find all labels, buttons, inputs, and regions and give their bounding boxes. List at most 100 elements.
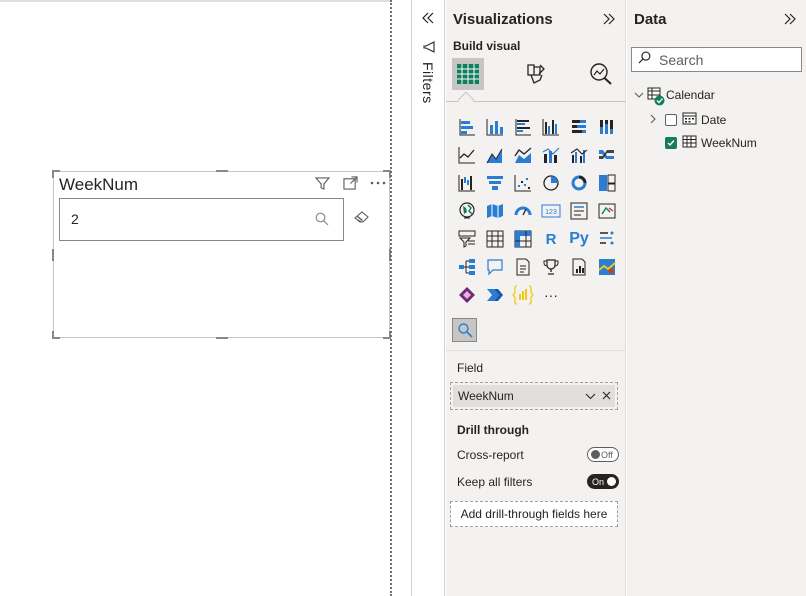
stacked-area-chart-icon[interactable] <box>509 141 537 169</box>
map-icon[interactable] <box>453 197 481 225</box>
filter-funnel-icon <box>423 40 435 58</box>
visualizations-title: Visualizations <box>453 11 553 28</box>
column-table-icon <box>682 135 697 151</box>
smart-narrative-icon[interactable] <box>509 253 537 281</box>
python-visual-icon[interactable]: Py <box>565 225 593 253</box>
more-options-icon[interactable] <box>369 175 387 191</box>
filters-label[interactable]: Filters <box>420 62 436 104</box>
drill-through-title: Drill through <box>457 423 529 437</box>
waterfall-chart-icon[interactable] <box>453 169 481 197</box>
field-checkbox-date[interactable] <box>665 113 677 126</box>
area-chart-icon[interactable] <box>481 141 509 169</box>
search-icon <box>315 212 329 231</box>
cross-report-toggle[interactable]: Off <box>587 447 619 462</box>
calendar-icon <box>682 111 697 128</box>
kpi-icon[interactable] <box>593 197 621 225</box>
chevron-right-icon[interactable] <box>650 113 657 127</box>
visual-type-gallery: 123 R Py ··· <box>453 113 621 309</box>
resize-handle[interactable] <box>52 170 54 178</box>
custom-visual-code-icon[interactable] <box>509 281 537 309</box>
canvas-boundary <box>390 0 392 596</box>
field-node-date[interactable]: Date <box>650 111 726 128</box>
cross-report-label: Cross-report <box>457 448 524 462</box>
text-filter-custom-visual-button[interactable] <box>452 318 477 342</box>
donut-chart-icon[interactable] <box>565 169 593 197</box>
field-pill-label: WeekNum <box>458 389 514 403</box>
field-pill[interactable]: WeekNum <box>453 385 615 407</box>
scatter-chart-icon[interactable] <box>509 169 537 197</box>
field-name: WeekNum <box>701 136 757 150</box>
keep-all-filters-toggle-text: On <box>592 476 605 487</box>
card-icon[interactable]: 123 <box>537 197 565 225</box>
data-search-box[interactable] <box>631 47 802 72</box>
filled-map-icon[interactable] <box>481 197 509 225</box>
data-pane: Data Calendar Date <box>627 0 806 596</box>
analytics-tab[interactable] <box>585 58 617 90</box>
eraser-icon[interactable] <box>354 210 372 228</box>
line-and-stacked-column-chart-icon[interactable] <box>537 141 565 169</box>
r-script-visual-icon[interactable]: R <box>537 225 565 253</box>
field-well[interactable]: WeekNum <box>450 382 618 410</box>
100-stacked-bar-chart-icon[interactable] <box>565 113 593 141</box>
remove-field-close-icon[interactable] <box>602 389 611 403</box>
build-visual-tab[interactable] <box>452 58 484 90</box>
svg-text:123: 123 <box>545 209 557 216</box>
goals-trophy-icon[interactable] <box>537 253 565 281</box>
field-checkbox-weeknum[interactable] <box>665 137 677 149</box>
resize-handle[interactable] <box>216 337 228 339</box>
active-tab-indicator <box>457 91 475 109</box>
collapse-double-chevron-icon[interactable] <box>421 11 435 29</box>
gauge-icon[interactable] <box>509 197 537 225</box>
chevron-down-icon[interactable] <box>634 88 644 102</box>
slicer-icon[interactable] <box>453 225 481 253</box>
clustered-column-chart-icon[interactable] <box>537 113 565 141</box>
clustered-bar-chart-icon[interactable] <box>509 113 537 141</box>
field-well-label: Field <box>457 361 484 375</box>
focus-mode-icon[interactable] <box>341 175 359 191</box>
drill-through-placeholder: Add drill-through fields here <box>460 507 608 521</box>
power-automate-icon[interactable] <box>481 281 509 309</box>
data-pane-title: Data <box>634 11 667 28</box>
report-canvas[interactable]: WeekNum 2 <box>0 0 392 596</box>
resize-handle[interactable] <box>216 170 228 172</box>
ribbon-chart-icon[interactable] <box>593 141 621 169</box>
decomposition-tree-icon[interactable] <box>453 253 481 281</box>
line-and-clustered-column-chart-icon[interactable] <box>565 141 593 169</box>
build-tabs <box>446 56 626 109</box>
slicer-visual[interactable]: WeekNum 2 <box>52 170 391 339</box>
chevron-down-icon[interactable] <box>585 389 596 403</box>
expand-double-chevron-icon[interactable] <box>783 12 797 30</box>
table-node-calendar[interactable]: Calendar <box>634 87 715 106</box>
drill-through-well[interactable]: Add drill-through fields here <box>450 501 618 527</box>
format-visual-tab[interactable] <box>519 58 551 90</box>
qna-icon[interactable] <box>481 253 509 281</box>
key-influencers-icon[interactable] <box>593 225 621 253</box>
more-visuals-icon[interactable]: ··· <box>537 281 565 309</box>
paginated-report-icon[interactable] <box>565 253 593 281</box>
data-search-input[interactable] <box>659 51 789 68</box>
slicer-title: WeekNum <box>59 175 139 194</box>
slicer-search-input[interactable]: 2 <box>59 198 344 241</box>
keep-all-filters-toggle[interactable]: On <box>587 474 619 489</box>
pie-chart-icon[interactable] <box>537 169 565 197</box>
resize-handle[interactable] <box>52 249 54 261</box>
powerbi-window: WeekNum 2 Filters Visualizations Build v… <box>0 0 806 596</box>
cross-report-toggle-text: Off <box>601 449 613 460</box>
100-stacked-column-chart-icon[interactable] <box>593 113 621 141</box>
funnel-chart-icon[interactable] <box>481 169 509 197</box>
resize-handle[interactable] <box>52 331 54 339</box>
stacked-column-chart-icon[interactable] <box>481 113 509 141</box>
build-visual-label: Build visual <box>453 39 521 53</box>
matrix-icon[interactable] <box>509 225 537 253</box>
stacked-bar-chart-icon[interactable] <box>453 113 481 141</box>
power-apps-icon[interactable] <box>453 281 481 309</box>
azure-map-icon[interactable] <box>593 253 621 281</box>
field-node-weeknum[interactable]: WeekNum <box>665 135 757 151</box>
filters-pane[interactable]: Filters <box>411 0 445 596</box>
table-icon[interactable] <box>481 225 509 253</box>
filter-icon[interactable] <box>313 175 331 191</box>
expand-double-chevron-icon[interactable] <box>602 12 616 30</box>
treemap-icon[interactable] <box>593 169 621 197</box>
multi-row-card-icon[interactable] <box>565 197 593 225</box>
line-chart-icon[interactable] <box>453 141 481 169</box>
